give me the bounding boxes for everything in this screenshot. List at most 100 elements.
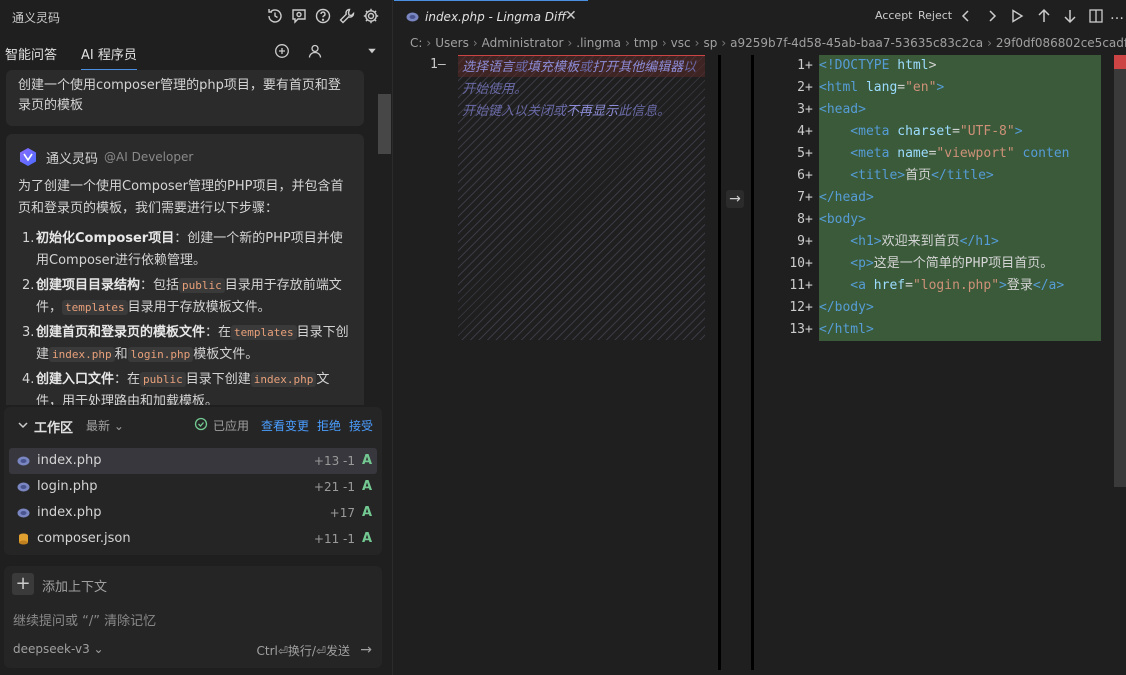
code-text: <a href="login.php">登录</a> — [819, 278, 1065, 293]
divider — [751, 55, 754, 670]
open-other-editor-link[interactable]: 打开其他编辑器 — [592, 60, 683, 75]
code-text: <h1>欢迎来到首页</h1> — [819, 234, 999, 249]
chevron-right-icon[interactable] — [984, 8, 1000, 24]
line-number: 5 — [797, 146, 805, 161]
breadcrumb[interactable]: C: › Users › Administrator › .lingma › tmp › vsc › s… — [410, 36, 1126, 54]
tab-smart-qa[interactable]: 智能问答 — [5, 44, 57, 63]
dont-show-again-link[interactable]: 不再显示 — [566, 104, 618, 119]
editor-tabbar: index.php - Lingma Diff ✕ Accept Reject … — [394, 0, 1126, 32]
chevron-down-icon[interactable] — [16, 418, 30, 432]
view-changes-link[interactable]: 查看变更 — [261, 417, 309, 434]
code-line[interactable]: 10 + <p>这是一个简单的PHP项目首页。 — [755, 253, 1126, 275]
chat-input[interactable]: 继续提问或 “/” 清除记忆 — [13, 610, 156, 629]
added-marker: + — [805, 102, 813, 117]
help-icon[interactable] — [314, 7, 332, 25]
added-marker: + — [805, 300, 813, 315]
user-icon[interactable] — [307, 43, 323, 59]
history-icon[interactable] — [266, 7, 284, 25]
code-line[interactable]: 11 + <a href="login.php">登录</a> — [755, 275, 1126, 297]
chat-scrollbar[interactable] — [378, 94, 391, 154]
close-icon[interactable]: ✕ — [565, 8, 577, 24]
settings-gear-icon[interactable] — [362, 7, 380, 25]
play-icon[interactable] — [1009, 8, 1025, 24]
select-language-link[interactable]: 选择语言 — [462, 60, 514, 75]
code-text: <html lang="en"> — [819, 80, 945, 95]
php-file-icon — [406, 12, 419, 22]
code-line[interactable]: 9 + <h1>欢迎来到首页</h1> — [755, 231, 1126, 253]
code-text: </body> — [819, 300, 874, 315]
file-row[interactable]: index.php +13 -1 A — [9, 448, 377, 474]
code-text: <body> — [819, 212, 866, 227]
reject-link[interactable]: 拒绝 — [317, 417, 341, 434]
code-line[interactable]: 6 + <title>首页</title> — [755, 165, 1126, 187]
code-line[interactable]: 12 + </body> — [755, 297, 1126, 319]
added-marker: + — [805, 146, 813, 161]
fill-template-link[interactable]: 填充模板 — [527, 60, 579, 75]
code-line[interactable]: 13 + </html> — [755, 319, 1126, 341]
added-marker: + — [805, 190, 813, 205]
line-number: 13 — [789, 322, 805, 337]
line-number: 6 — [797, 168, 805, 183]
new-chat-plus-icon[interactable] — [274, 43, 290, 59]
ai-name: 通义灵码 — [46, 151, 99, 167]
add-context-plus-icon[interactable]: + — [12, 573, 34, 595]
chat-search-icon[interactable] — [290, 7, 308, 25]
added-marker: + — [805, 58, 813, 73]
workspace-title: 工作区 — [34, 421, 74, 436]
arrow-up-icon[interactable] — [1036, 8, 1052, 24]
added-marker: + — [805, 256, 813, 271]
arrow-down-icon[interactable] — [1062, 8, 1078, 24]
panel-titlebar: 通义灵码 — [0, 0, 393, 32]
code-line[interactable]: 8 + <body> — [755, 209, 1126, 231]
file-row[interactable]: login.php +21 -1 A — [9, 474, 377, 500]
editor-tab[interactable]: index.php - Lingma Diff ✕ — [394, 0, 588, 32]
code-line[interactable]: 7 + </head> — [755, 187, 1126, 209]
code-line[interactable]: 5 + <meta name="viewport" conten — [755, 143, 1126, 165]
more-actions-icon[interactable]: … — [1110, 8, 1126, 24]
code-text: </html> — [819, 322, 874, 337]
ai-steps-list: 1. 初始化Composer项目：创建一个新的PHP项目并使用Composer进行… — [18, 228, 352, 405]
more-dropdown-icon[interactable] — [366, 45, 382, 61]
accept-button[interactable]: Accept — [875, 9, 913, 22]
ai-message-header: 通义灵码 @AI Developer — [18, 144, 352, 170]
code-line[interactable]: 3 + <head> — [755, 99, 1126, 121]
line-number: 12 — [789, 300, 805, 315]
list-item: 2. 创建项目目录结构：包括 public 目录用于存放前端文件， templates 目… — [22, 278, 342, 315]
line-number: 1— — [430, 57, 446, 72]
lingma-panel: 通义灵码 智能问答 AI 程序员 创建一个使用composer管理的php项目，… — [0, 0, 393, 675]
applied-status: 已应用 — [213, 419, 250, 433]
chat-history[interactable]: 创建一个使用composer管理的php项目，要有首页和登录页的模板 通义灵码 … — [0, 70, 378, 405]
reject-button[interactable]: Reject — [918, 9, 952, 22]
model-selector[interactable]: deepseek-v3 ⌄ — [13, 642, 104, 656]
wrench-icon[interactable] — [338, 7, 356, 25]
ai-message: 通义灵码 @AI Developer 为了创建一个使用Composer管理的PH… — [6, 134, 364, 405]
send-arrow-icon[interactable]: → — [360, 642, 372, 658]
file-row[interactable]: index.php +17 A — [9, 500, 377, 526]
code-line[interactable]: 1 + <!DOCTYPE html> — [755, 55, 1126, 77]
modified-pane[interactable]: 1 + <!DOCTYPE html> 2 + <html lang="en"> 3 + <he… — [755, 55, 1126, 675]
added-marker: + — [805, 168, 813, 183]
left-pane-scrollbar[interactable] — [718, 55, 721, 670]
line-number: 4 — [797, 124, 805, 139]
file-row[interactable]: composer.json +11 -1 A — [9, 526, 377, 552]
right-pane-scrollbar[interactable] — [1114, 69, 1126, 487]
tab-ai-programmer[interactable]: AI 程序员 — [81, 44, 137, 71]
add-context-button[interactable]: 添加上下文 — [42, 576, 107, 595]
original-pane[interactable]: 1— 选择语言或填充模板或打开其他编辑器以开始使用。 开始键入以关闭或不再显示此… — [394, 55, 718, 675]
php-file-icon — [17, 508, 30, 518]
workspace-filter-dropdown[interactable]: 最新 ⌄ — [86, 417, 124, 434]
arrow-right-icon[interactable]: → — [726, 190, 744, 208]
chevron-left-icon[interactable] — [958, 8, 974, 24]
code-text: <!DOCTYPE html> — [819, 58, 937, 73]
php-file-icon — [17, 482, 30, 492]
accept-link[interactable]: 接受 — [349, 417, 373, 434]
send-hint: Ctrl⏎换行/⏎发送 — [256, 644, 350, 658]
split-editor-icon[interactable] — [1088, 8, 1104, 24]
php-file-icon — [17, 456, 30, 466]
code-line[interactable]: 4 + <meta charset="UTF-8"> — [755, 121, 1126, 143]
panel-tabs: 智能问答 AI 程序员 — [0, 32, 393, 71]
line-number: 11 — [789, 278, 805, 293]
workspace-header: 工作区 最新 ⌄ 已应用 查看变更 拒绝 接受 — [4, 407, 382, 443]
code-line[interactable]: 2 + <html lang="en"> — [755, 77, 1126, 99]
chat-input-box[interactable]: + 添加上下文 继续提问或 “/” 清除记忆 deepseek-v3 ⌄ Ctr… — [4, 566, 382, 668]
